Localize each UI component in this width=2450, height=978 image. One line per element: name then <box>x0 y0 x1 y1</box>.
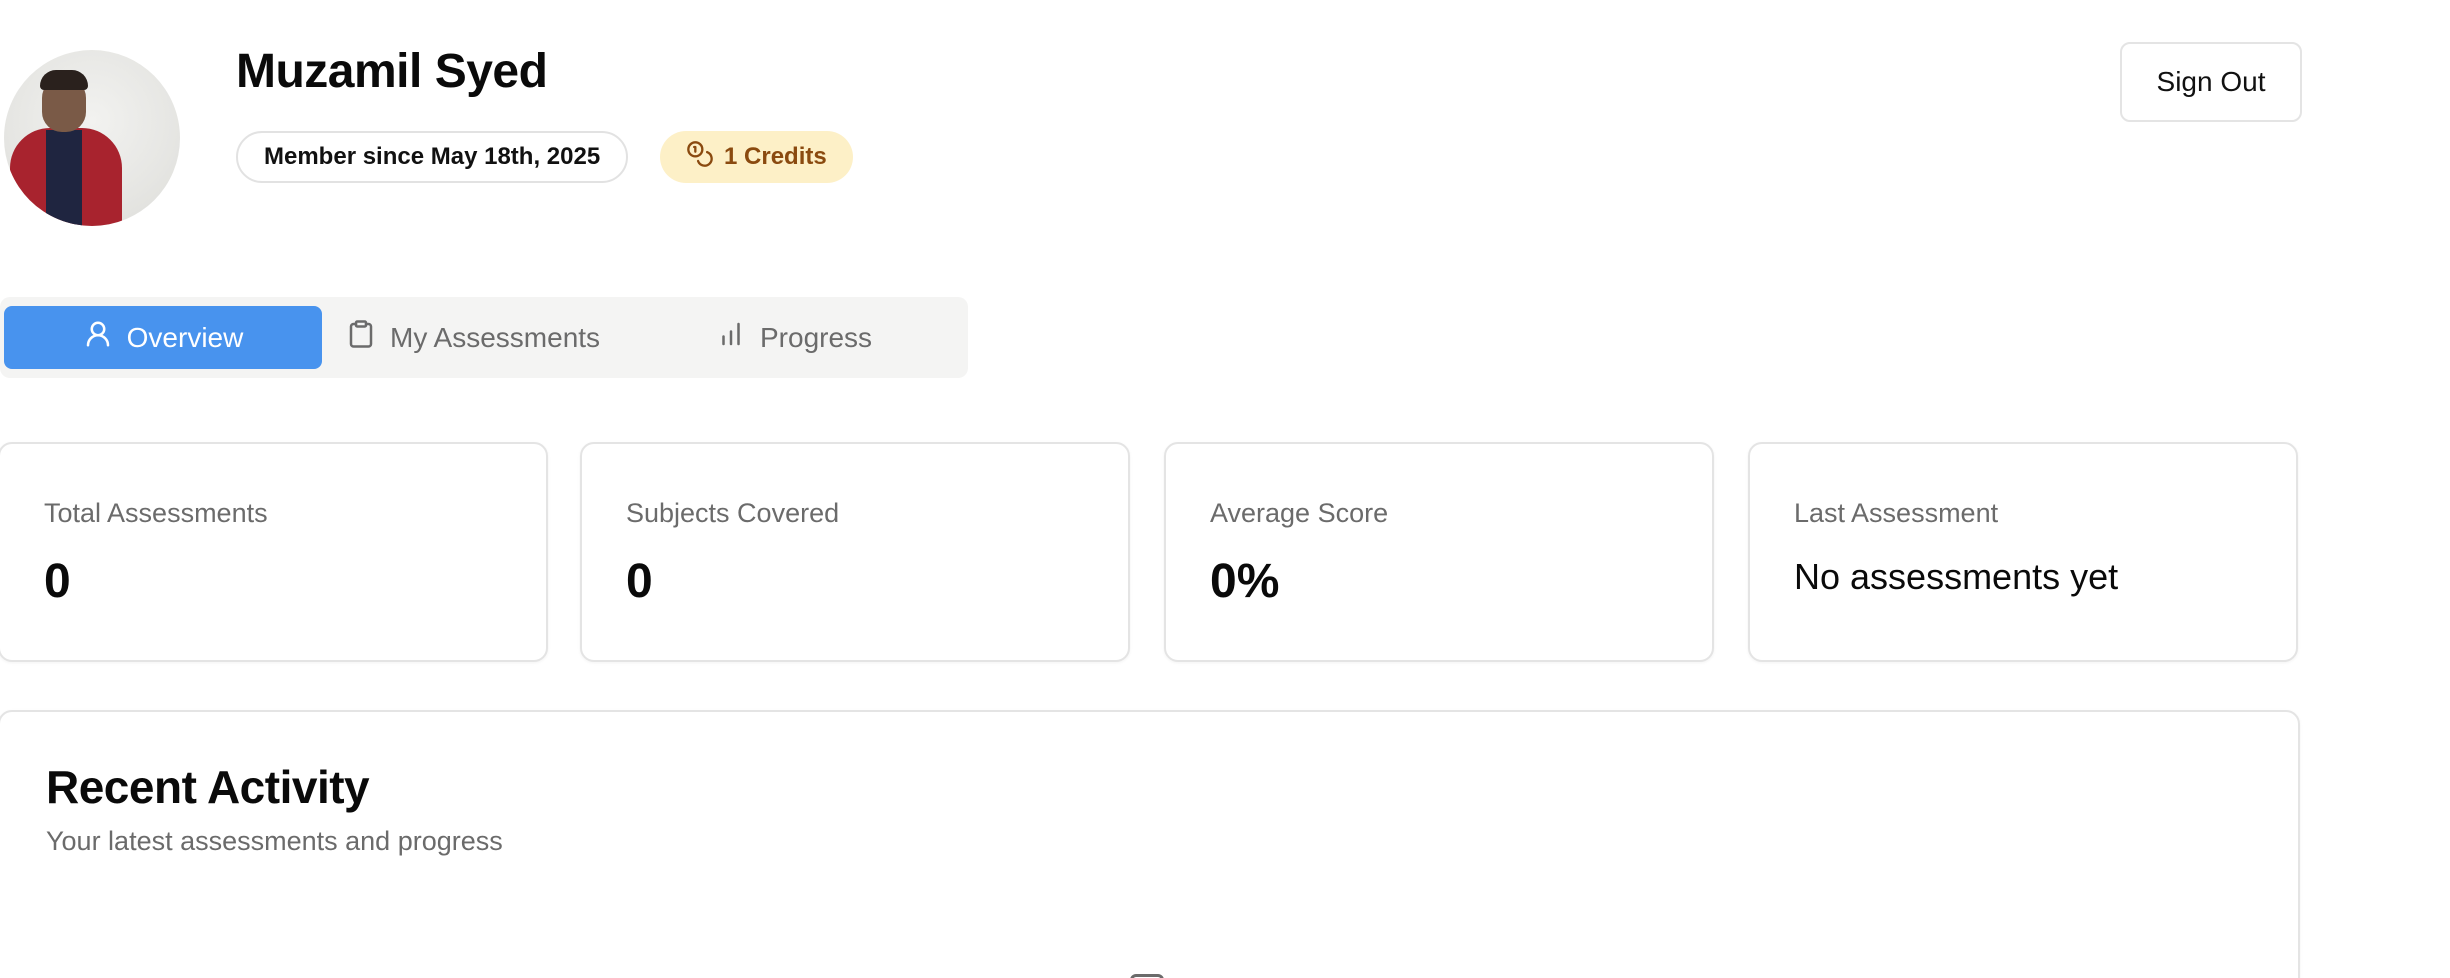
avatar-shirt <box>46 130 82 226</box>
tab-my-assessments-label: My Assessments <box>390 321 601 353</box>
tab-overview-label: Overview <box>126 321 244 353</box>
tab-bar: Overview My Assessments Progress <box>0 297 968 378</box>
coins-icon <box>686 140 714 175</box>
member-since-label: Member since May 18th, 2025 <box>264 143 601 170</box>
tab-my-assessments[interactable]: My Assessments <box>346 306 600 369</box>
sign-out-button[interactable]: Sign Out <box>2120 42 2302 122</box>
avatar <box>4 50 180 226</box>
user-icon <box>83 319 113 356</box>
stat-value: 0% <box>1210 555 1280 608</box>
stat-card-total-assessments: Total Assessments 0 <box>0 442 548 662</box>
tab-progress-label: Progress <box>760 321 873 353</box>
profile-name: Muzamil Syed <box>236 45 548 98</box>
stat-card-subjects-covered: Subjects Covered 0 <box>580 442 1130 662</box>
recent-activity-title: Recent Activity <box>46 761 370 813</box>
stat-label: Total Assessments <box>44 498 268 528</box>
stat-card-last-assessment: Last Assessment No assessments yet <box>1748 442 2298 662</box>
member-since-badge: Member since May 18th, 2025 <box>236 131 629 183</box>
stat-card-average-score: Average Score 0% <box>1164 442 1714 662</box>
recent-activity-subtitle: Your latest assessments and progress <box>46 826 503 856</box>
recent-activity-card: Recent Activity Your latest assessments … <box>0 710 2300 978</box>
stat-label: Subjects Covered <box>626 498 840 528</box>
stat-label: Last Assessment <box>1794 498 1999 528</box>
credits-badge: 1 Credits <box>660 131 853 183</box>
tab-progress[interactable]: Progress <box>716 306 872 369</box>
stat-label: Average Score <box>1210 498 1389 528</box>
avatar-hair <box>40 70 88 90</box>
stat-value: No assessments yet <box>1794 556 2119 597</box>
tab-overview[interactable]: Overview <box>4 306 322 369</box>
clipboard-icon <box>346 319 376 356</box>
stat-value: 0 <box>44 555 71 608</box>
clipboard-icon <box>1130 974 1164 978</box>
bar-chart-icon <box>716 319 746 356</box>
credits-label: 1 Credits <box>724 143 827 170</box>
stat-value: 0 <box>626 555 653 608</box>
